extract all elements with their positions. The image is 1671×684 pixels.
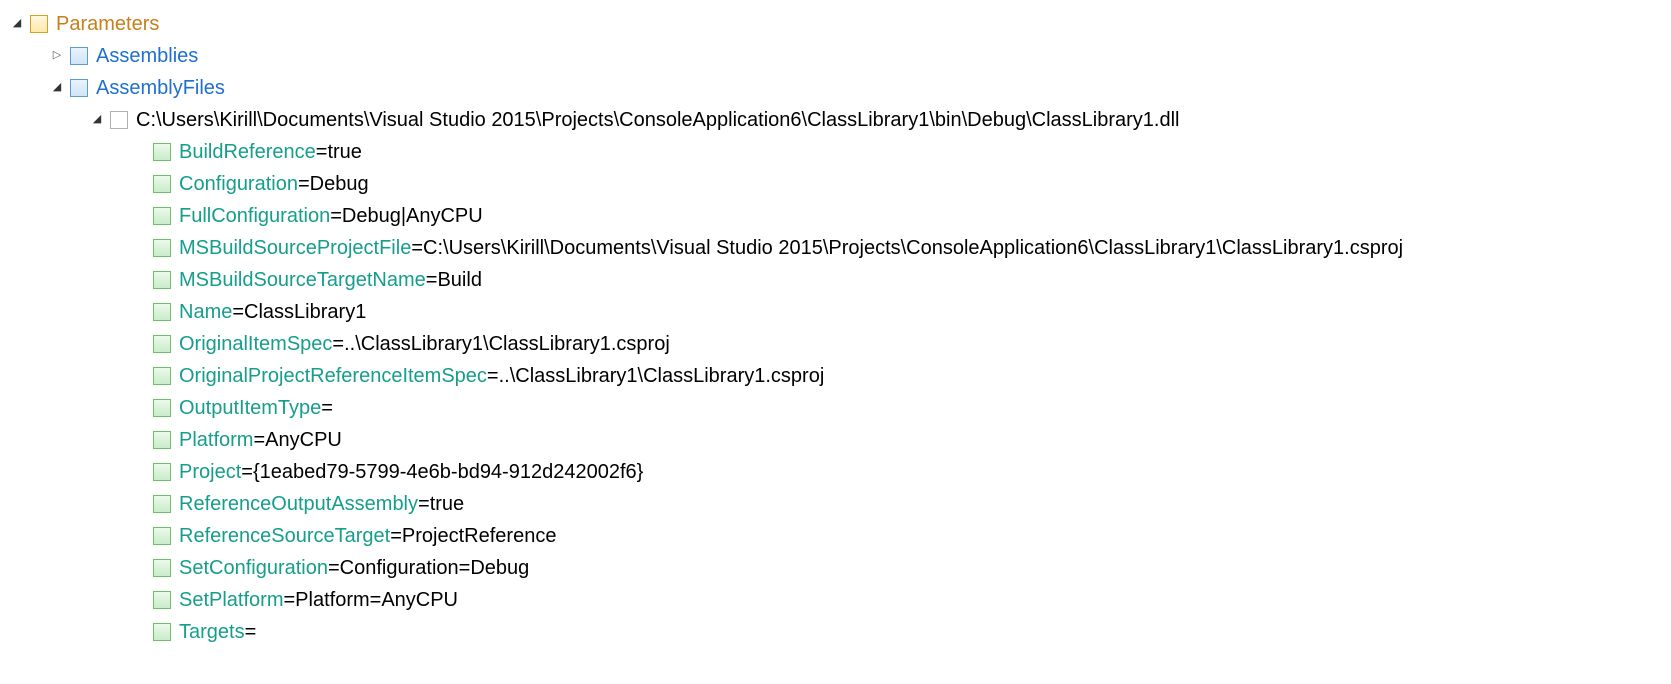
expand-toggle-icon[interactable]: ◢ [88,111,106,128]
property-key: Name [179,297,232,328]
property-value: AnyCPU [265,425,342,456]
property-row[interactable]: BuildReference = true [8,136,1671,168]
property-value: C:\Users\Kirill\Documents\Visual Studio … [423,233,1403,264]
property-icon [153,271,171,289]
equals-separator: = [298,169,310,200]
node-label: AssemblyFiles [96,73,225,104]
property-row[interactable]: OutputItemType = [8,392,1671,424]
property-value: Debug [310,169,369,200]
property-row[interactable]: ReferenceSourceTarget = ProjectReference [8,520,1671,552]
property-row[interactable]: OriginalItemSpec = ..\ClassLibrary1\Clas… [8,328,1671,360]
tree-node-assemblyfiles[interactable]: ◢ AssemblyFiles [8,72,1671,104]
tree-node-filepath[interactable]: ◢ C:\Users\Kirill\Documents\Visual Studi… [8,104,1671,136]
property-icon [153,591,171,609]
equals-separator: = [316,137,328,168]
property-value: true [430,489,464,520]
property-icon [153,495,171,513]
property-value: ProjectReference [402,521,557,552]
property-key: MSBuildSourceProjectFile [179,233,411,264]
equals-separator: = [390,521,402,552]
equals-separator: = [253,425,265,456]
property-value: true [327,137,361,168]
property-value: Debug|AnyCPU [342,201,483,232]
equals-separator: = [232,297,244,328]
property-icon [153,207,171,225]
property-row[interactable]: ReferenceOutputAssembly = true [8,488,1671,520]
property-icon [153,175,171,193]
expand-toggle-icon[interactable]: ◢ [8,15,26,32]
property-row[interactable]: MSBuildSourceProjectFile = C:\Users\Kiri… [8,232,1671,264]
tree-node-assemblies[interactable]: ▷ Assemblies [8,40,1671,72]
node-label: Parameters [56,9,159,40]
property-value: ClassLibrary1 [244,297,366,328]
folder-icon [30,15,48,33]
property-key: ReferenceOutputAssembly [179,489,418,520]
equals-separator: = [426,265,438,296]
equals-separator: = [321,393,333,424]
property-row[interactable]: SetConfiguration = Configuration=Debug [8,552,1671,584]
property-row[interactable]: FullConfiguration = Debug|AnyCPU [8,200,1671,232]
folder-icon [70,79,88,97]
property-row[interactable]: Targets = [8,616,1671,648]
property-icon [153,559,171,577]
tree-node-parameters[interactable]: ◢ Parameters [8,8,1671,40]
property-key: SetConfiguration [179,553,328,584]
property-key: OriginalItemSpec [179,329,332,360]
expand-toggle-icon[interactable]: ▷ [48,47,66,64]
equals-separator: = [332,329,344,360]
property-row[interactable]: Platform = AnyCPU [8,424,1671,456]
property-key: ReferenceSourceTarget [179,521,390,552]
property-value: Platform=AnyCPU [295,585,458,616]
property-key: Targets [179,617,245,648]
file-icon [110,111,128,129]
property-icon [153,239,171,257]
property-key: BuildReference [179,137,316,168]
property-icon [153,527,171,545]
property-key: Platform [179,425,253,456]
node-label: Assemblies [96,41,198,72]
equals-separator: = [241,457,253,488]
property-icon [153,623,171,641]
property-icon [153,335,171,353]
property-key: MSBuildSourceTargetName [179,265,426,296]
property-value: {1eabed79-5799-4e6b-bd94-912d242002f6} [253,457,643,488]
property-row[interactable]: Name = ClassLibrary1 [8,296,1671,328]
equals-separator: = [411,233,423,264]
property-icon [153,431,171,449]
property-row[interactable]: Project = {1eabed79-5799-4e6b-bd94-912d2… [8,456,1671,488]
filepath-label: C:\Users\Kirill\Documents\Visual Studio … [136,105,1179,136]
property-row[interactable]: MSBuildSourceTargetName = Build [8,264,1671,296]
equals-separator: = [330,201,342,232]
equals-separator: = [487,361,499,392]
property-row[interactable]: SetPlatform = Platform=AnyCPU [8,584,1671,616]
property-value: ..\ClassLibrary1\ClassLibrary1.csproj [344,329,670,360]
property-row[interactable]: OriginalProjectReferenceItemSpec = ..\Cl… [8,360,1671,392]
property-icon [153,463,171,481]
property-key: OutputItemType [179,393,321,424]
equals-separator: = [328,553,340,584]
expand-toggle-icon[interactable]: ◢ [48,79,66,96]
property-icon [153,143,171,161]
property-value: Build [437,265,481,296]
property-icon [153,367,171,385]
property-key: Project [179,457,241,488]
property-value: Configuration=Debug [340,553,530,584]
folder-icon [70,47,88,65]
property-icon [153,303,171,321]
equals-separator: = [245,617,257,648]
equals-separator: = [283,585,295,616]
property-key: Configuration [179,169,298,200]
property-key: OriginalProjectReferenceItemSpec [179,361,487,392]
equals-separator: = [418,489,430,520]
property-key: FullConfiguration [179,201,330,232]
property-icon [153,399,171,417]
property-value: ..\ClassLibrary1\ClassLibrary1.csproj [499,361,825,392]
property-key: SetPlatform [179,585,283,616]
property-row[interactable]: Configuration = Debug [8,168,1671,200]
